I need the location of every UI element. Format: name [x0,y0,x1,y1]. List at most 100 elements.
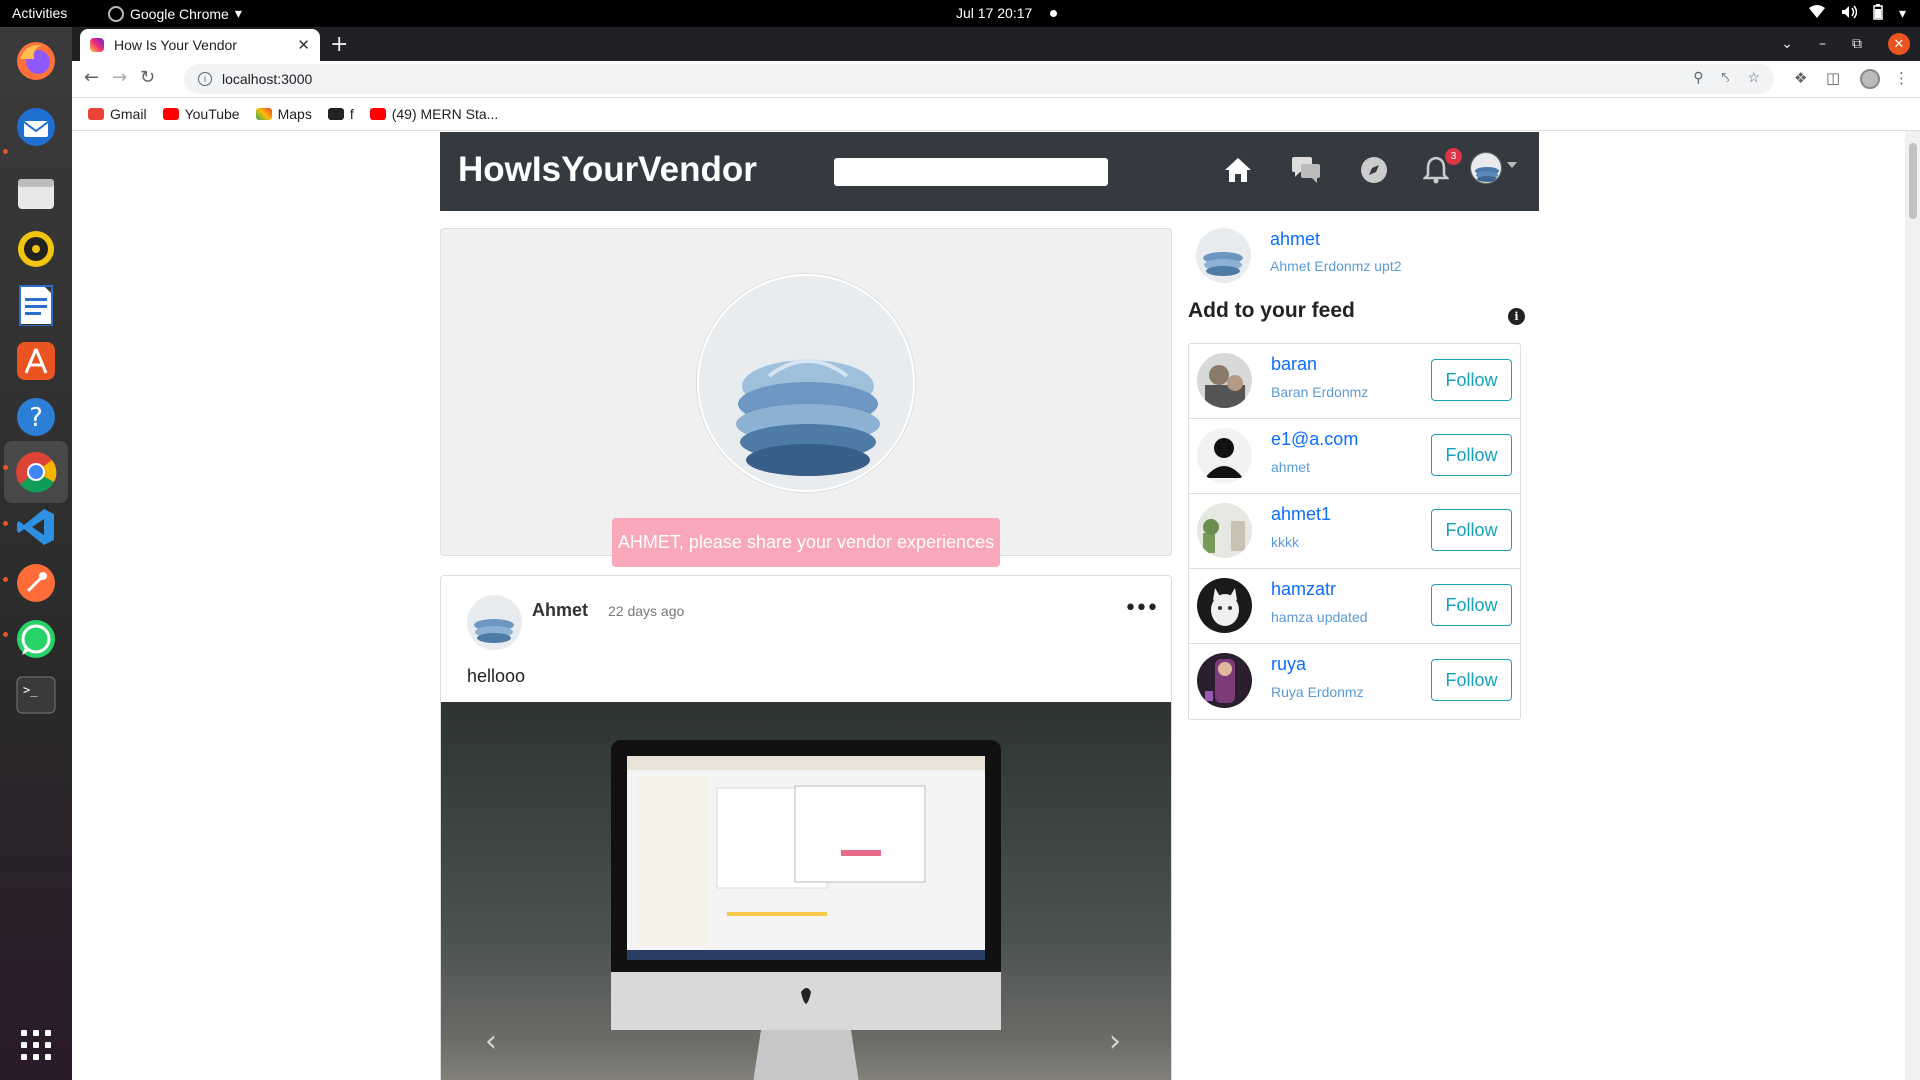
rhythmbox-icon[interactable] [12,225,60,273]
new-tab-button[interactable]: + [330,32,348,57]
follow-button[interactable]: Follow [1431,659,1512,701]
info-icon[interactable]: i [1508,308,1525,325]
system-tray[interactable]: ▾ [1808,4,1906,23]
share-experience-button[interactable]: AHMET, please share your vendor experien… [612,518,1000,567]
activities-button[interactable]: Activities [12,5,67,21]
suggestion-subtitle: hamza updated [1271,609,1368,625]
restore-icon[interactable]: ⧉ [1852,36,1862,52]
bookmark-star-icon[interactable]: ☆ [1747,69,1760,86]
suggestion-avatar[interactable] [1197,428,1252,483]
suggestion-subtitle: ahmet [1271,459,1310,475]
suggestion-avatar[interactable] [1197,653,1252,708]
bookmark-youtube[interactable]: YouTube [162,106,240,122]
suggestion-avatar[interactable] [1197,503,1252,558]
back-icon[interactable]: ← [84,67,99,88]
share-experience-card: AHMET, please share your vendor experien… [440,228,1172,567]
explore-compass-icon[interactable] [1358,154,1390,186]
post-text: hellooo [467,666,526,686]
post-image-carousel: ‹ › [441,702,1171,1080]
svg-text:?: ? [29,403,43,433]
bookmark-gmail[interactable]: Gmail [88,106,147,122]
zoom-icon[interactable]: ⚲ [1693,69,1703,86]
bookmark-f[interactable]: f [327,106,354,122]
suggestion-subtitle: Ruya Erdonmz [1271,684,1364,700]
bookmark-label: (49) MERN Sta... [391,106,499,122]
follow-button[interactable]: Follow [1431,359,1512,401]
carousel-next-icon[interactable]: › [1109,1024,1121,1059]
system-top-bar: Activities Google Chrome ▾ Jul 17 20:17 … [0,0,1920,27]
bookmark-maps[interactable]: Maps [255,106,312,122]
carousel-prev-icon[interactable]: ‹ [485,1024,497,1059]
close-window-icon[interactable]: ✕ [1888,33,1910,55]
profile-avatar[interactable] [1860,69,1880,89]
minimize-icon[interactable]: – [1819,36,1826,52]
forward-icon[interactable]: → [112,67,127,88]
extensions-icon[interactable]: ❖ [1794,69,1807,87]
follow-button[interactable]: Follow [1431,509,1512,551]
post-more-options-icon[interactable]: ••• [1124,598,1159,620]
imac-photo [611,740,1001,1080]
postman-icon[interactable] [12,559,60,607]
user-avatar[interactable] [1470,152,1502,184]
battery-icon [1873,4,1883,23]
dock: ? >_ [0,27,72,1080]
suggestion-name[interactable]: e1@a.com [1271,429,1358,450]
running-indicator [3,577,8,582]
home-icon[interactable] [1222,154,1254,186]
post-timestamp: 22 days ago [608,603,685,619]
tab-search-icon[interactable]: ⌄ [1781,36,1793,52]
current-user-description: Ahmet Erdonmz upt2 [1270,258,1402,274]
list-item: hamzatr hamza updated Follow [1189,569,1520,644]
suggestion-name[interactable]: ruya [1271,654,1306,675]
current-user-name[interactable]: ahmet [1270,229,1320,250]
follow-button[interactable]: Follow [1431,584,1512,626]
suggestion-name[interactable]: hamzatr [1271,579,1336,600]
suggestion-name[interactable]: baran [1271,354,1317,375]
post-author-name[interactable]: Ahmet [532,600,588,621]
browser-toolbar: ← → ↻ i localhost:3000 ⚲ ⤣ ☆ ❖ ◫ ⋮ [72,61,1920,98]
files-icon[interactable] [12,169,60,217]
vscode-icon[interactable] [12,503,60,551]
instagram-favicon-icon [90,38,104,52]
suggestion-name[interactable]: ahmet1 [1271,504,1331,525]
chrome-menu-icon[interactable]: ⋮ [1894,69,1909,87]
user-menu-chevron-down-icon[interactable] [1507,162,1517,168]
show-applications-icon[interactable] [21,1030,51,1060]
page-scrollbar[interactable] [1905,131,1920,1080]
share-icon[interactable]: ⤣ [1722,69,1730,86]
side-panel-icon[interactable]: ◫ [1826,69,1840,87]
tab-how-is-your-vendor[interactable]: How Is Your Vendor ✕ [80,29,320,61]
notification-dot-icon [1050,10,1057,17]
writer-icon[interactable] [12,281,60,329]
current-user-avatar[interactable] [1196,228,1251,283]
reload-icon[interactable]: ↻ [140,67,155,88]
power-menu-icon: ▾ [1898,5,1906,21]
whatsapp-icon[interactable] [12,615,60,663]
post-author-avatar[interactable] [467,595,522,650]
suggestion-avatar[interactable] [1197,353,1252,408]
terminal-icon[interactable]: >_ [12,671,60,719]
messages-icon[interactable] [1290,154,1322,186]
thunderbird-icon[interactable] [12,103,60,151]
window-controls: ⌄ – ⧉ ✕ [1781,27,1920,61]
follow-button[interactable]: Follow [1431,434,1512,476]
bookmark-mern-stack[interactable]: (49) MERN Sta... [369,106,499,122]
maps-icon [255,108,272,120]
tab-strip: How Is Your Vendor ✕ + ⌄ – ⧉ ✕ [72,27,1920,61]
app-menu[interactable]: Google Chrome ▾ [108,5,242,22]
address-bar[interactable]: i localhost:3000 ⚲ ⤣ ☆ [184,64,1774,94]
brand-logo[interactable]: HowIsYourVendor [458,150,757,190]
suggestion-avatar[interactable] [1197,578,1252,633]
scrollbar-thumb[interactable] [1909,143,1917,219]
running-indicator [3,149,8,154]
page-viewport: HowIsYourVendor 3 AHMET, please share yo… [72,131,1920,1080]
close-tab-icon[interactable]: ✕ [297,36,310,54]
firefox-icon[interactable] [12,37,60,85]
svg-text:>_: >_ [23,683,38,697]
chrome-dock-icon[interactable] [4,441,68,503]
help-icon[interactable]: ? [12,393,60,441]
software-store-icon[interactable] [12,337,60,385]
search-input[interactable] [834,158,1108,186]
clock[interactable]: Jul 17 20:17 [956,5,1032,21]
site-info-icon[interactable]: i [198,72,212,86]
